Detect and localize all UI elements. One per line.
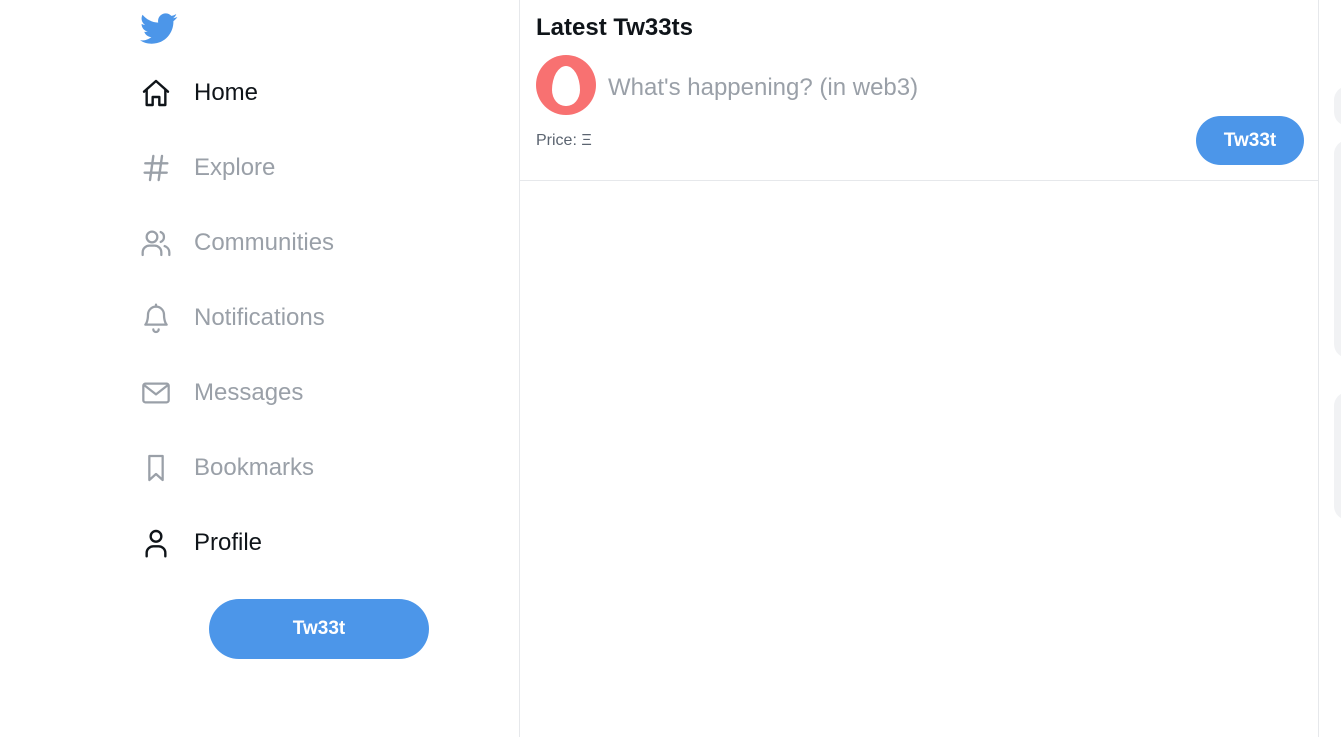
nav-label-profile: Profile: [194, 529, 263, 556]
mail-icon: [140, 377, 172, 409]
nav-label-notifications: Notifications: [194, 304, 325, 331]
feed-title: Latest Tw33ts: [536, 14, 693, 41]
sidebar-tweet-button[interactable]: Tw33t: [209, 599, 429, 659]
nav-item-explore[interactable]: Explore: [140, 148, 275, 188]
tweet-composer-input[interactable]: [608, 70, 1288, 106]
nav-item-profile[interactable]: Profile: [140, 523, 262, 563]
composer-tweet-button[interactable]: Tw33t: [1196, 116, 1304, 165]
nav-item-notifications[interactable]: Notifications: [140, 298, 325, 338]
nav-item-home[interactable]: Home: [140, 73, 258, 113]
nav-label-explore: Explore: [194, 154, 276, 181]
nav-label-messages: Messages: [194, 379, 304, 406]
avatar[interactable]: [536, 55, 596, 115]
user-icon: [140, 527, 172, 559]
app-root: Home Explore Communities Notifications M…: [0, 0, 1341, 737]
nav-label-communities: Communities: [194, 229, 335, 256]
egg-avatar-icon: [552, 66, 580, 106]
nav-item-messages[interactable]: Messages: [140, 373, 303, 413]
right-rail-card-edge: [1334, 140, 1341, 358]
nav-label-bookmarks: Bookmarks: [194, 454, 315, 481]
composer-divider: [520, 180, 1318, 181]
feed: Latest Tw33ts Price: Ξ Tw33t: [519, 0, 1319, 737]
nav-item-communities[interactable]: Communities: [140, 223, 334, 263]
nav-item-bookmarks[interactable]: Bookmarks: [140, 448, 314, 488]
twitter-bird-icon[interactable]: [140, 12, 178, 46]
right-rail-search-edge[interactable]: [1334, 86, 1341, 126]
bookmark-icon: [140, 452, 172, 484]
bell-icon: [140, 302, 172, 334]
price-label: Price: Ξ: [536, 132, 592, 149]
users-icon: [140, 227, 172, 259]
sidebar: Home Explore Communities Notifications M…: [0, 0, 519, 737]
hashtag-icon: [140, 152, 172, 184]
right-rail-card-edge-2: [1334, 392, 1341, 520]
home-icon: [140, 77, 172, 109]
nav-label-home: Home: [194, 79, 259, 106]
